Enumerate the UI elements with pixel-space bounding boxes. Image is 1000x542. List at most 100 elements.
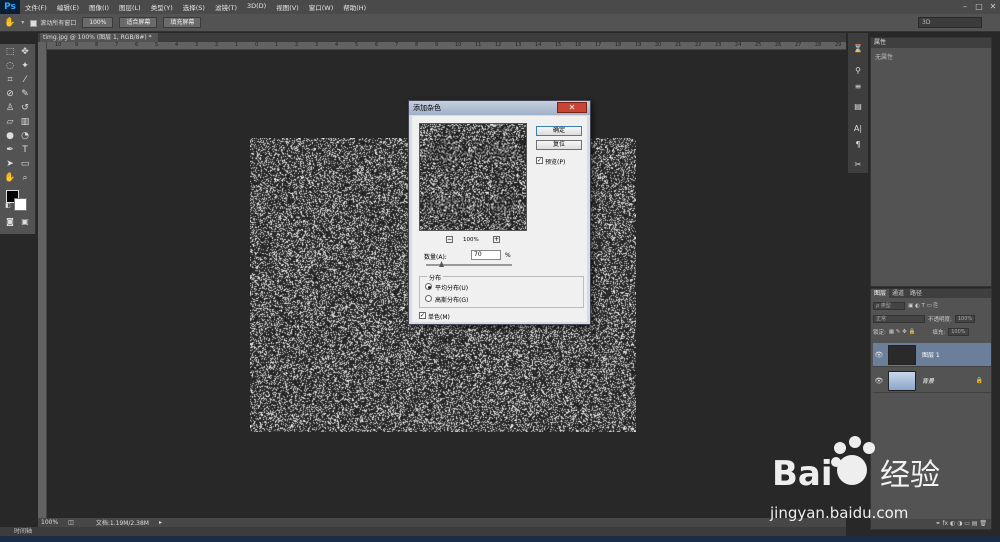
dodge-tool-icon[interactable]: ◔ [19, 130, 31, 142]
type-tool-icon[interactable]: T [19, 144, 31, 156]
ruler-tick-label: 13 [515, 42, 522, 48]
styles-icon[interactable]: ▤ [851, 101, 865, 113]
opacity-field[interactable]: 100% [954, 315, 976, 323]
move-tool-icon[interactable]: ✥ [19, 46, 31, 58]
menu-item[interactable]: 编辑(E) [52, 2, 84, 12]
ruler-tick-label: 3 [315, 42, 319, 48]
menu-item[interactable]: 文件(F) [20, 2, 52, 12]
ok-button[interactable]: 确定 [536, 126, 582, 136]
tab-layers[interactable]: 图层 [871, 289, 890, 298]
menu-item[interactable]: 图层(L) [114, 2, 146, 12]
zoom-out-button[interactable]: − [446, 236, 453, 243]
fill-screen-button[interactable]: 填充屏幕 [163, 17, 202, 28]
menu-item[interactable]: 滤镜(T) [210, 2, 242, 12]
crop-tool-icon[interactable]: ⌗ [4, 74, 16, 86]
zoom-level[interactable]: 100% [41, 519, 58, 526]
tab-paths[interactable]: 路径 [907, 289, 925, 298]
menu-item[interactable]: 选择(S) [178, 2, 210, 12]
amount-unit: % [505, 252, 511, 259]
ruler-tick-label: 7 [395, 42, 399, 48]
monochromatic-checkbox[interactable]: ✓ [419, 312, 426, 319]
background-layer-name[interactable]: 背景 [922, 376, 934, 385]
marquee-tool-icon[interactable]: ⬚ [4, 46, 16, 58]
character-icon[interactable]: A| [851, 123, 865, 135]
fill-field[interactable]: 100% [948, 328, 969, 336]
pen-tool-icon[interactable]: ✒ [4, 144, 16, 156]
properties-tab[interactable]: 属性 [871, 38, 991, 48]
dialog-close-button[interactable]: ✕ [557, 102, 587, 113]
screen-mode-icon[interactable]: ▣ [19, 216, 31, 228]
scroll-all-windows-checkbox[interactable]: 滚动所有窗口 [30, 18, 76, 27]
menu-item[interactable]: 窗口(W) [304, 2, 339, 12]
paragraph-icon[interactable]: ¶ [851, 139, 865, 151]
menu-item[interactable]: 图像(I) [84, 2, 114, 12]
magic-wand-tool-icon[interactable]: ✦ [19, 60, 31, 72]
maximize-button[interactable]: □ [972, 2, 986, 12]
reset-button[interactable]: 复位 [536, 140, 582, 150]
eraser-tool-icon[interactable]: ▱ [4, 116, 16, 128]
menu-item[interactable]: 3D(D) [242, 2, 271, 12]
noise-preview[interactable] [419, 123, 527, 231]
tab-channels[interactable]: 通道 [889, 289, 907, 298]
blur-tool-icon[interactable]: ● [4, 130, 16, 142]
distribution-group: 分布 平均分布(U) 高斯分布(G) [419, 273, 584, 308]
horizontal-ruler[interactable]: 10 9 8 7 6 5 4 3 2 1 0 1 2 3 4 5 6 7 8 9 10 11 12 13 14 15 16 17 18 1… [47, 42, 846, 50]
close-window-button[interactable]: ✕ [986, 2, 1000, 12]
ruler-tick-label: 7 [115, 42, 119, 48]
default-colors-icon[interactable]: ◧ [2, 200, 14, 212]
ruler-tick-label: 16 [575, 42, 582, 48]
ruler-tick-label: 10 [455, 42, 462, 48]
layer-row-layer1[interactable]: 👁 图层 1 [873, 343, 991, 367]
amount-slider-track[interactable] [426, 264, 512, 266]
menu-item[interactable]: 类型(Y) [146, 2, 178, 12]
path-selection-tool-icon[interactable]: ➤ [4, 158, 16, 170]
tool-preset-arrow-icon[interactable]: ▾ [21, 19, 24, 26]
lasso-tool-icon[interactable]: ◌ [4, 60, 16, 72]
eyedropper-tool-icon[interactable]: ⁄ [19, 74, 31, 86]
amount-input[interactable]: 70 [471, 250, 501, 260]
brush-presets-icon[interactable]: ⚲ [851, 65, 865, 77]
document-tab[interactable]: timg.jpg @ 100% (图层 1, RGB/8#) * × [40, 33, 158, 50]
history-icon[interactable]: ⌛ [851, 43, 865, 55]
zoom-100-button[interactable]: 100% [82, 17, 114, 28]
zoom-tool-icon[interactable]: ⌕ [19, 172, 31, 184]
ruler-tick-label: 3 [195, 42, 199, 48]
menu-item[interactable]: 帮助(H) [338, 2, 371, 12]
visibility-eye-icon[interactable]: 👁 [873, 377, 885, 385]
history-brush-tool-icon[interactable]: ↺ [19, 102, 31, 114]
layer-filter-select[interactable]: ρ 类型 [873, 302, 905, 310]
filter-icons[interactable]: ▣ ◐ T ▭ ⎘ [908, 303, 938, 310]
preview-checkbox[interactable]: ✓ [536, 157, 543, 164]
visibility-eye-icon[interactable]: 👁 [873, 351, 885, 359]
uniform-radio[interactable] [425, 283, 432, 290]
ruler-tick-label: 6 [135, 42, 139, 48]
timeline-panel-tab[interactable]: 时间轴 [0, 527, 846, 536]
tool-presets-icon[interactable]: ✂ [851, 159, 865, 171]
document-info[interactable]: 文档:1.19M/2.38M [96, 518, 149, 527]
blend-mode-select[interactable]: 正常 [873, 315, 925, 323]
rectangle-tool-icon[interactable]: ▭ [19, 158, 31, 170]
hand-tool-icon[interactable]: ✋ [4, 172, 16, 184]
layer1-name[interactable]: 图层 1 [922, 350, 940, 359]
gaussian-radio[interactable] [425, 295, 432, 302]
fit-screen-button[interactable]: 适合屏幕 [119, 17, 158, 28]
background-color-swatch[interactable] [14, 198, 27, 211]
adjustments-icon[interactable]: ≡ [851, 81, 865, 93]
quick-mask-icon[interactable]: ◙ [4, 216, 16, 228]
gradient-tool-icon[interactable]: ▥ [19, 116, 31, 128]
layer-row-background[interactable]: 👁 背景 🔒 [873, 369, 991, 393]
workspace-select[interactable]: 3D [918, 17, 982, 28]
watermark-site: jingyan.baidu.com [769, 504, 908, 522]
properties-panel: 属性 无属性 [870, 37, 992, 287]
status-menu-arrow-icon[interactable]: ▸ [159, 519, 162, 526]
minimize-button[interactable]: – [958, 2, 972, 12]
lock-icons[interactable]: ▦ ✎ ✥ 🔒 [889, 329, 916, 335]
vertical-ruler[interactable] [38, 42, 47, 518]
menu-item[interactable]: 视图(V) [271, 2, 304, 12]
zoom-in-button[interactable]: + [493, 236, 500, 243]
healing-brush-tool-icon[interactable]: ⊘ [4, 88, 16, 100]
baidu-paw-icon [831, 436, 875, 485]
options-bar: ✋ ▾ 滚动所有窗口 100% 适合屏幕 填充屏幕 3D [0, 14, 1000, 32]
brush-tool-icon[interactable]: ✎ [19, 88, 31, 100]
clone-stamp-tool-icon[interactable]: ♙ [4, 102, 16, 114]
